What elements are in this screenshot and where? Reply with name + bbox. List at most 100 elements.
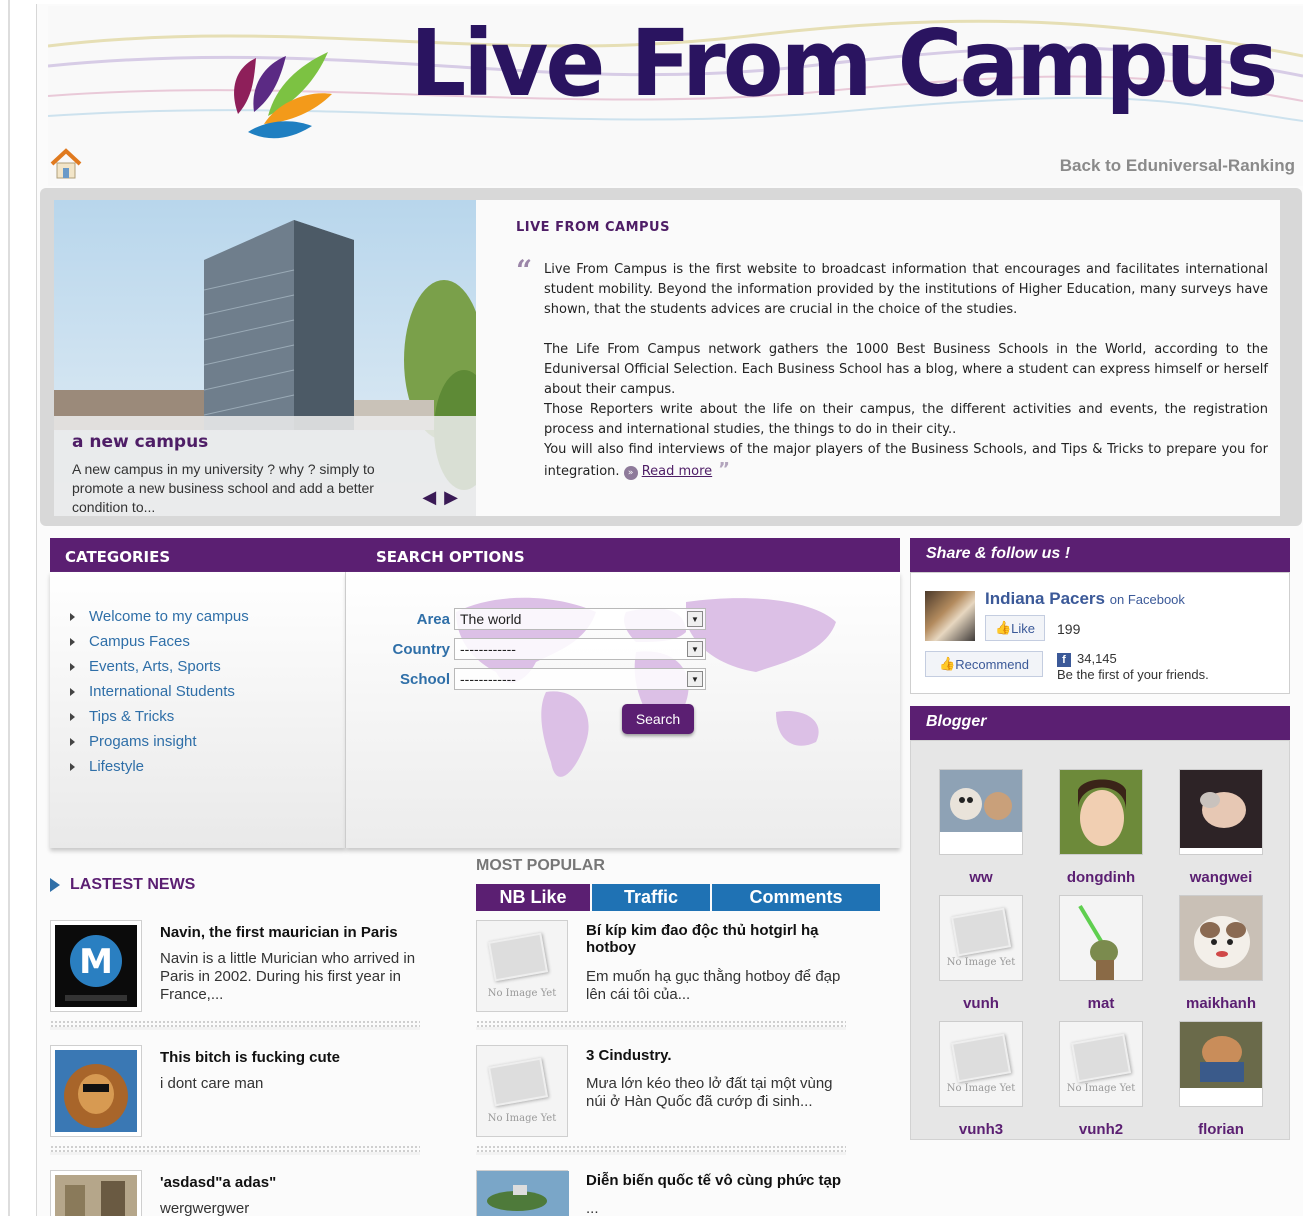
blogger-item[interactable]: ww — [926, 769, 1036, 886]
blogger-name[interactable]: maikhanh — [1166, 995, 1276, 1012]
popular-title[interactable]: Bí kíp kim đao độc thủ hotgirl hạ hotboy — [586, 922, 846, 956]
blogger-avatar[interactable]: No Image Yet — [939, 895, 1023, 981]
blogger-name[interactable]: florian — [1166, 1121, 1276, 1138]
popular-thumbnail[interactable]: No Image Yet — [476, 920, 568, 1012]
facebook-like-button[interactable]: 👍 Like — [985, 615, 1045, 641]
blogger-name[interactable]: mat — [1046, 995, 1156, 1012]
facebook-recommend-button[interactable]: 👍 Recommend — [925, 651, 1043, 677]
country-select[interactable]: ------------ ▼ — [454, 638, 706, 660]
popular-title[interactable]: 3 Cindustry. — [586, 1047, 846, 1064]
area-select[interactable]: The world ▼ — [454, 608, 706, 630]
thumbs-up-icon: 👍 — [994, 620, 1012, 635]
tab-traffic[interactable]: Traffic — [592, 884, 710, 911]
back-to-eduniversal-link[interactable]: Back to Eduniversal-Ranking — [1060, 156, 1295, 176]
news-title[interactable]: This bitch is fucking cute — [160, 1049, 420, 1066]
category-campus-faces[interactable]: Campus Faces — [70, 629, 249, 654]
featured-slide[interactable]: a new campus A new campus in my universi… — [54, 200, 476, 516]
category-label: Events, Arts, Sports — [89, 658, 221, 675]
chevron-down-icon[interactable]: ▼ — [687, 641, 703, 657]
blogger-name[interactable]: vunh3 — [926, 1121, 1036, 1138]
blogger-avatar[interactable] — [1179, 1021, 1263, 1107]
facebook-stats: f 34,145 Be the first of your friends. — [1057, 651, 1209, 682]
chevron-down-icon[interactable]: ▼ — [687, 671, 703, 687]
about-paragraph-2: The Life From Campus network gathers the… — [544, 342, 1268, 397]
bullet-icon — [70, 612, 75, 621]
tab-nb-like[interactable]: NB Like — [476, 884, 590, 911]
popular-thumbnail[interactable]: No Image Yet — [476, 1045, 568, 1137]
blogger-name[interactable]: wangwei — [1166, 869, 1276, 886]
country-row: Country ------------ ▼ — [386, 638, 706, 660]
slide-arrows[interactable]: ◀▶ — [422, 487, 466, 508]
blogger-item[interactable]: dongdinh — [1046, 769, 1156, 886]
blogger-name[interactable]: vunh2 — [1046, 1121, 1156, 1138]
about-heading: LIVE FROM CAMPUS — [516, 220, 670, 235]
news-title[interactable]: Navin, the first maurician in Paris — [160, 924, 420, 941]
blogger-name[interactable]: dongdinh — [1046, 869, 1156, 886]
blogger-item[interactable]: maikhanh — [1166, 895, 1276, 1012]
popular-title[interactable]: Diễn biến quốc tế vô cùng phức tạp — [586, 1172, 846, 1189]
on-facebook-text: on Facebook — [1109, 592, 1185, 607]
read-more-icon[interactable]: » — [623, 466, 638, 480]
facebook-widget: Indiana Pacers on Facebook 👍 Like 199 👍 Re… — [910, 572, 1290, 694]
category-label: Welcome to my campus — [89, 608, 249, 625]
facebook-page-name[interactable]: Indiana Pacers on Facebook — [985, 589, 1185, 609]
blogger-avatar[interactable] — [1179, 769, 1263, 855]
blogger-avatar[interactable] — [1059, 769, 1143, 855]
blogger-avatar[interactable] — [1179, 895, 1263, 981]
blogger-item[interactable]: No Image Yet vunh3 — [926, 1021, 1036, 1138]
category-welcome[interactable]: Welcome to my campus — [70, 604, 249, 629]
school-row: School ------------ ▼ — [386, 668, 706, 690]
blogger-item[interactable]: florian — [1166, 1021, 1276, 1138]
about-paragraph-3: Those Reporters write about the life on … — [544, 402, 1268, 437]
play-icon — [50, 878, 60, 892]
blogger-avatar[interactable]: No Image Yet — [1059, 1021, 1143, 1107]
facebook-page-title[interactable]: Indiana Pacers — [985, 589, 1105, 608]
friends-text: Be the first of your friends. — [1057, 667, 1209, 682]
news-thumbnail[interactable] — [50, 1045, 142, 1137]
featured-inner: a new campus A new campus in my universi… — [54, 200, 1280, 516]
facebook-page-photo[interactable] — [925, 591, 975, 641]
blogger-item[interactable]: No Image Yet vunh — [926, 895, 1036, 1012]
prev-arrow-icon[interactable]: ◀ — [422, 487, 444, 507]
home-icon[interactable] — [48, 146, 84, 182]
bullet-icon — [70, 662, 75, 671]
no-image-text: No Image Yet — [946, 1083, 1016, 1094]
categories-search-panel: CATEGORIES SEARCH OPTIONS Welcome to my … — [50, 538, 900, 848]
school-value: ------------ — [460, 671, 516, 687]
slide-caption: a new campus A new campus in my universi… — [54, 416, 476, 516]
categories-heading: CATEGORIES — [65, 548, 171, 566]
no-image-text: No Image Yet — [487, 988, 557, 999]
blogger-grid: ww dongdinh wangwei No Image Yet vunh ma… — [910, 740, 1290, 1140]
read-more-link[interactable]: Read more — [642, 464, 712, 479]
svg-text:M: M — [79, 942, 113, 982]
school-select[interactable]: ------------ ▼ — [454, 668, 706, 690]
news-title[interactable]: 'asdasd"a adas" — [160, 1174, 420, 1191]
no-image-text: No Image Yet — [1066, 1083, 1136, 1094]
search-box: Area The world ▼ Country ------------ ▼ Sc… — [346, 572, 900, 848]
school-label: School — [399, 670, 450, 688]
blogger-item[interactable]: wangwei — [1166, 769, 1276, 886]
category-tips[interactable]: Tips & Tricks — [70, 704, 249, 729]
blogger-item[interactable]: mat — [1046, 895, 1156, 1012]
about-section: LIVE FROM CAMPUS “ Live From Campus is t… — [516, 220, 1268, 480]
category-events[interactable]: Events, Arts, Sports — [70, 654, 249, 679]
blogger-avatar[interactable] — [1059, 895, 1143, 981]
news-thumbnail[interactable]: M — [50, 920, 142, 1012]
news-thumbnail[interactable] — [50, 1170, 142, 1216]
blogger-avatar[interactable]: No Image Yet — [939, 1021, 1023, 1107]
blogger-avatar[interactable] — [939, 769, 1023, 855]
category-lifestyle[interactable]: Lifestyle — [70, 754, 249, 779]
blogger-name[interactable]: vunh — [926, 995, 1036, 1012]
category-label: Campus Faces — [89, 633, 190, 650]
chevron-down-icon[interactable]: ▼ — [687, 611, 703, 627]
blogger-item[interactable]: No Image Yet vunh2 — [1046, 1021, 1156, 1138]
search-button[interactable]: Search — [622, 704, 694, 734]
category-programs[interactable]: Progams insight — [70, 729, 249, 754]
blogger-name[interactable]: ww — [926, 869, 1036, 886]
separator — [476, 1145, 846, 1155]
category-label: Progams insight — [89, 733, 197, 750]
next-arrow-icon[interactable]: ▶ — [444, 487, 466, 507]
category-international[interactable]: International Students — [70, 679, 249, 704]
popular-thumbnail[interactable] — [476, 1170, 569, 1216]
tab-comments[interactable]: Comments — [712, 884, 880, 911]
